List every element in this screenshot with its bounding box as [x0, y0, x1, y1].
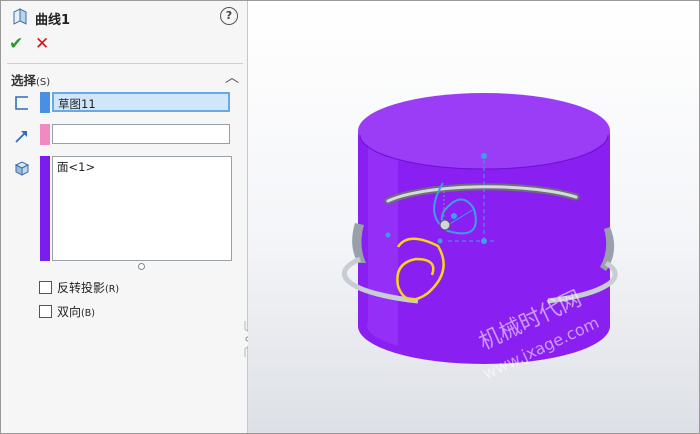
sketch-color-swatch: [40, 92, 50, 113]
sketch-point-far-left: [385, 232, 391, 238]
bidirectional-shortcut: (B): [81, 308, 95, 319]
cancel-button[interactable]: ✕: [35, 34, 49, 54]
curve-feature-window: 曲线1 ? ✔ ✕ 选择(S) ︿ 草图11 面<1> 反转投影(R) 双向(B…: [0, 0, 700, 434]
sketch-relation-icon: [439, 219, 451, 231]
selection-section-title[interactable]: 选择(S): [11, 70, 50, 89]
sketch-origin-point: [481, 238, 487, 244]
feature-title: 曲线1: [35, 13, 71, 28]
bidirectional-label: 双向(B): [57, 303, 95, 320]
reverse-projection-shortcut: (R): [105, 284, 120, 295]
face-list-item[interactable]: 面<1>: [57, 159, 227, 175]
reverse-projection-checkbox[interactable]: [39, 281, 52, 294]
faces-selection-list[interactable]: 面<1>: [52, 156, 232, 261]
cylinder-highlight: [366, 141, 398, 346]
direction-color-swatch: [40, 124, 50, 145]
list-resize-handle[interactable]: [138, 263, 145, 270]
bidirectional-text: 双向: [57, 305, 82, 319]
direction-selection-field[interactable]: [52, 124, 230, 144]
help-icon[interactable]: ?: [220, 7, 238, 25]
direction-arrow-icon: [13, 127, 31, 148]
selection-section-shortcut: (S): [36, 77, 51, 88]
sketch-point-top: [481, 153, 487, 159]
sketch-selection-icon: [13, 94, 31, 115]
face-selection-icon: [13, 159, 31, 180]
sketch-point-mid: [451, 213, 457, 219]
reverse-projection-label: 反转投影(R): [57, 279, 119, 296]
ok-button[interactable]: ✔: [9, 34, 23, 54]
curve-feature-icon: [11, 8, 29, 29]
property-manager-panel: 曲线1 ? ✔ ✕ 选择(S) ︿ 草图11 面<1> 反转投影(R) 双向(B…: [1, 1, 248, 433]
collapse-chevron-icon[interactable]: ︿: [225, 67, 239, 87]
feature-header: 曲线1 ?: [9, 7, 239, 29]
sketch-selection-field[interactable]: 草图11: [52, 92, 230, 112]
selection-section-label: 选择: [11, 73, 37, 88]
faces-color-swatch: [40, 156, 50, 261]
sketch-point-left: [437, 238, 443, 244]
reverse-projection-text: 反转投影: [57, 281, 106, 295]
bidirectional-checkbox[interactable]: [39, 305, 52, 318]
header-divider: [7, 63, 243, 64]
model-view: 机械时代网 www.jxage.com: [341, 93, 618, 383]
graphics-viewport[interactable]: 机械时代网 www.jxage.com: [248, 1, 699, 433]
